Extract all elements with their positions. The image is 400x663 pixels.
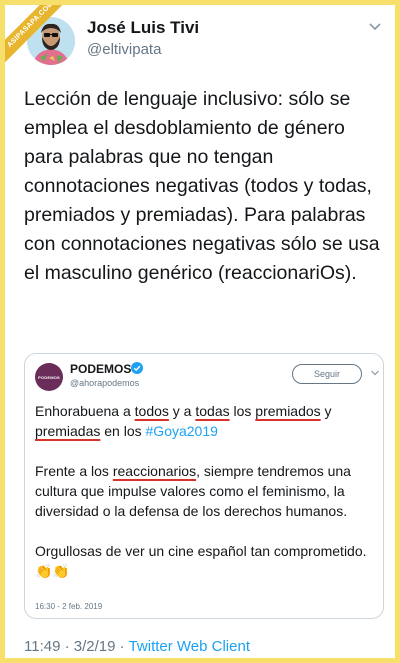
- text-fragment: Frente a los: [35, 463, 113, 479]
- quoted-paragraph-2: Frente a los reaccionarios, siempre tend…: [35, 461, 380, 521]
- author-handle[interactable]: @eltivipata: [87, 41, 161, 58]
- text-fragment: Enhorabuena a: [35, 403, 135, 419]
- separator: ·: [115, 638, 129, 655]
- quoted-author-name[interactable]: PODEMOS: [70, 362, 131, 376]
- follow-button[interactable]: Seguir: [292, 364, 362, 384]
- chevron-down-icon[interactable]: [367, 19, 383, 35]
- text-fragment: en los: [100, 423, 146, 439]
- quoted-timestamp[interactable]: 16:30 - 2 feb. 2019: [35, 602, 102, 611]
- quoted-avatar[interactable]: PODEMOS: [35, 363, 63, 391]
- underlined-word: premiados: [255, 403, 321, 419]
- underlined-word: premiadas: [35, 423, 101, 439]
- underlined-word: todos: [134, 403, 169, 419]
- underlined-word: reaccionarios: [112, 463, 197, 479]
- underlined-word: todas: [195, 403, 230, 419]
- quoted-tweet[interactable]: PODEMOS PODEMOS @ahorapodemos Seguir Enh…: [24, 353, 384, 619]
- tweet-time[interactable]: 11:49: [24, 638, 60, 655]
- separator: ·: [60, 638, 74, 655]
- quoted-author-handle[interactable]: @ahorapodemos: [70, 378, 139, 388]
- tweet-card: ASIPASAPA.COM José Luis Tivi @eltivipata…: [5, 5, 395, 658]
- tweet-date[interactable]: 3/2/19: [74, 638, 116, 655]
- text-fragment: y: [320, 403, 332, 419]
- hashtag-link[interactable]: #Goya2019: [146, 423, 218, 439]
- quoted-paragraph-3: Orgullosas de ver un cine español tan co…: [35, 543, 367, 579]
- author-name[interactable]: José Luis Tivi: [87, 18, 199, 38]
- text-fragment: y a: [168, 403, 196, 419]
- quoted-paragraph-1: Enhorabuena a todos y a todas los premia…: [35, 401, 380, 441]
- text-fragment: los: [229, 403, 256, 419]
- tweet-text: Lección de lenguaje inclusivo: sólo se e…: [24, 88, 380, 284]
- quoted-tweet-text: Enhorabuena a todos y a todas los premia…: [35, 401, 380, 581]
- chevron-down-icon[interactable]: [370, 368, 380, 378]
- verified-badge-icon: [131, 362, 143, 374]
- tweet-meta: 11:49 · 3/2/19 · Twitter Web Client: [24, 638, 250, 655]
- tweet-client-link[interactable]: Twitter Web Client: [129, 638, 250, 655]
